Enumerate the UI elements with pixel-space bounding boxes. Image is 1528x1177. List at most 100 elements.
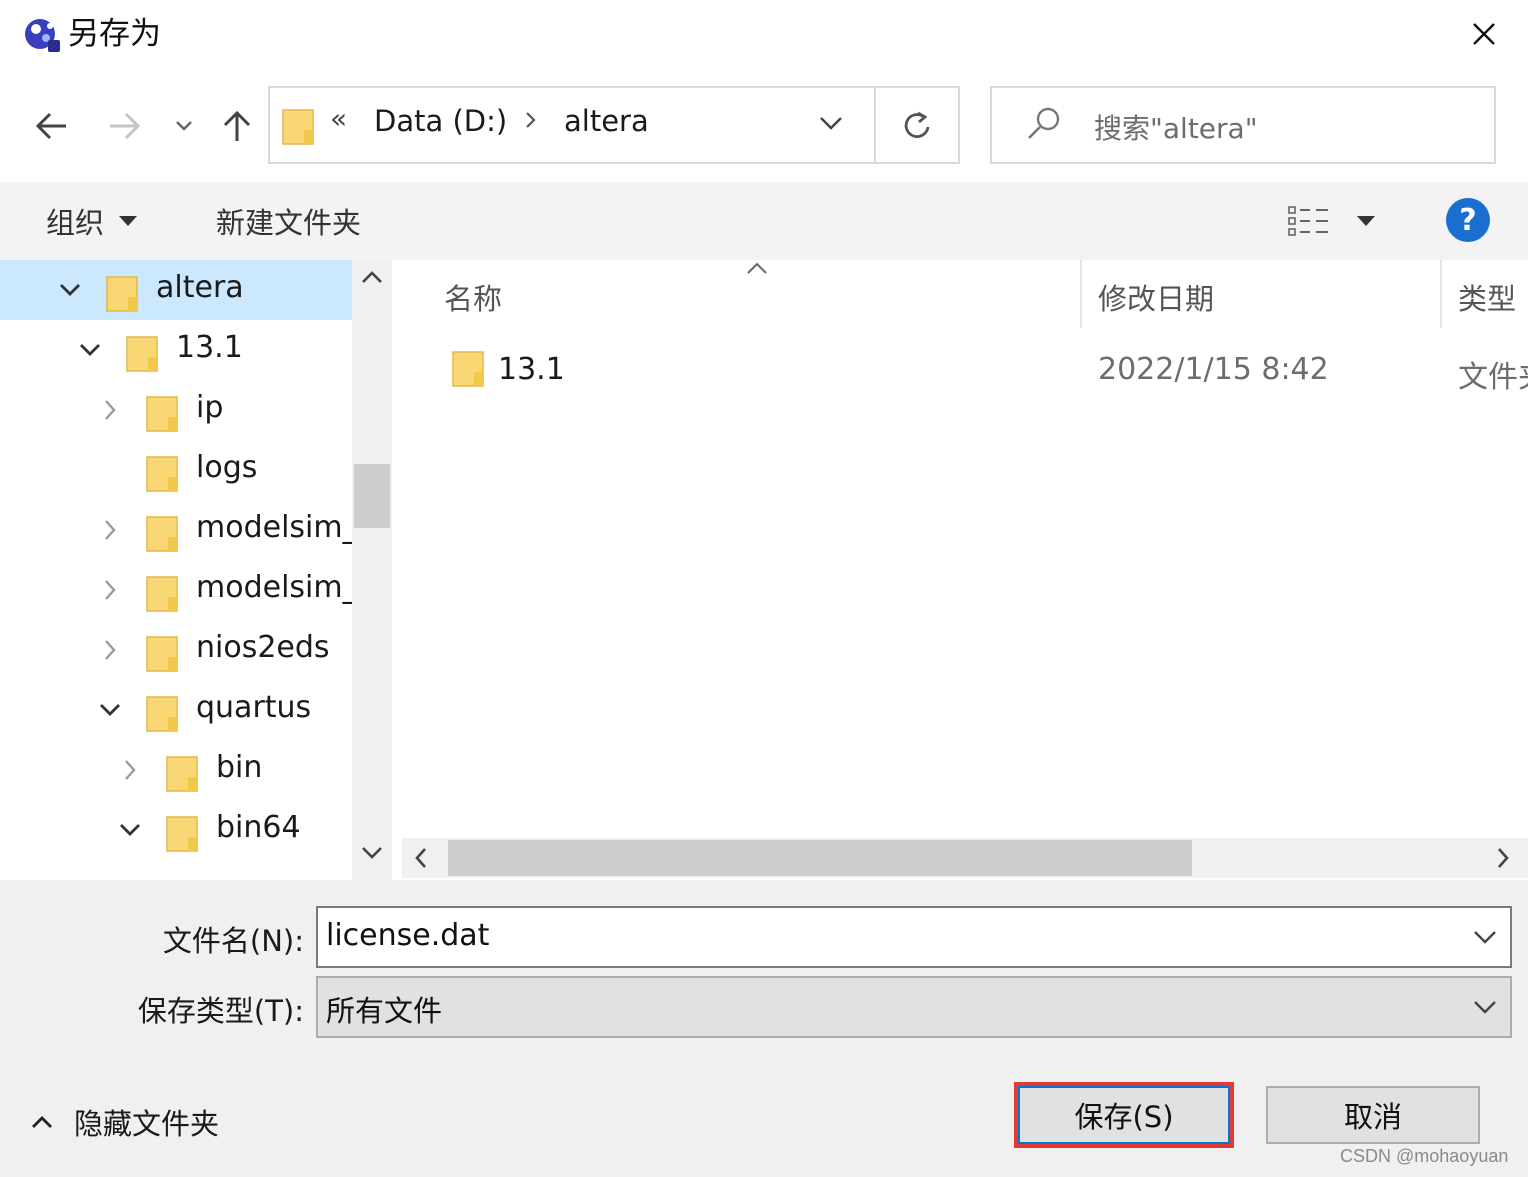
folder-icon: [166, 753, 200, 797]
folder-icon: [452, 348, 486, 392]
address-bar[interactable]: « Data (D:) altera: [268, 86, 960, 164]
close-icon: [1473, 23, 1495, 45]
tree-item[interactable]: nios2eds: [0, 620, 352, 680]
folder-icon: [166, 813, 200, 857]
column-header-name[interactable]: 名称: [444, 276, 502, 318]
file-modified: 2022/1/15 8:42: [1098, 352, 1329, 387]
refresh-button[interactable]: [876, 88, 958, 162]
organize-button[interactable]: 组织: [46, 200, 138, 242]
chevron-down-icon[interactable]: [56, 276, 84, 304]
folder-icon: [146, 693, 180, 737]
folder-icon: [146, 453, 180, 497]
chevron-right-icon[interactable]: [96, 576, 124, 604]
tree-item-label: bin64: [216, 810, 301, 845]
chevron-down-icon[interactable]: [76, 336, 104, 364]
navigation-pane[interactable]: altera 13.1 ip logs modelsim_ modelsim_ nios2e…: [0, 260, 392, 880]
tree-item-label: modelsim_: [196, 570, 358, 605]
filename-value[interactable]: license.dat: [326, 918, 489, 953]
column-header-type[interactable]: 类型: [1458, 276, 1516, 318]
recent-locations-button[interactable]: [170, 108, 198, 144]
search-box[interactable]: 搜索"altera": [990, 86, 1496, 164]
tree-item[interactable]: ip: [0, 380, 352, 440]
nav-vertical-scrollbar[interactable]: [352, 260, 392, 880]
tree-item[interactable]: logs: [0, 440, 352, 500]
tree-item[interactable]: 13.1: [0, 320, 352, 380]
search-input[interactable]: 搜索"altera": [1094, 107, 1258, 147]
view-options-button[interactable]: [1286, 198, 1386, 244]
filetype-select[interactable]: 所有文件: [316, 976, 1512, 1038]
toolbar: 组织 新建文件夹 ?: [0, 182, 1528, 260]
address-dropdown-icon[interactable]: [818, 114, 844, 136]
save-button[interactable]: 保存(S): [1014, 1082, 1234, 1148]
column-divider[interactable]: [1080, 260, 1082, 328]
organize-label: 组织: [46, 206, 105, 240]
close-button[interactable]: [1456, 8, 1512, 60]
chevron-right-icon[interactable]: [96, 516, 124, 544]
refresh-icon: [904, 111, 930, 138]
chevron-down-icon[interactable]: [96, 696, 124, 724]
scroll-left-icon[interactable]: [412, 846, 430, 874]
filename-field[interactable]: license.dat: [316, 906, 1512, 968]
folder-icon: [106, 273, 140, 317]
address-segment-drive[interactable]: Data (D:): [374, 104, 507, 138]
scroll-right-icon[interactable]: [1494, 846, 1512, 874]
chevron-up-icon: [32, 1116, 52, 1128]
cancel-button[interactable]: 取消: [1266, 1086, 1480, 1144]
column-header-modified[interactable]: 修改日期: [1098, 276, 1214, 318]
tree-item-label: altera: [156, 270, 244, 305]
folder-icon: [282, 106, 316, 150]
filetype-label: 保存类型(T):: [137, 994, 304, 1028]
tree-item-label: 13.1: [176, 330, 243, 365]
horizontal-scrollbar[interactable]: [402, 838, 1528, 878]
back-button[interactable]: [26, 100, 76, 152]
file-type: 文件夹: [1458, 360, 1528, 395]
scroll-thumb[interactable]: [448, 840, 1192, 876]
arrow-left-icon: [35, 112, 66, 140]
app-icon: [22, 14, 62, 54]
new-folder-button[interactable]: 新建文件夹: [216, 200, 361, 242]
help-button[interactable]: ?: [1446, 198, 1490, 242]
folder-icon: [126, 333, 160, 377]
tree-item-label: quartus: [196, 690, 312, 725]
save-form: 文件名(N): license.dat 保存类型(T): 所有文件 隐藏文件夹 …: [0, 880, 1528, 1177]
hide-folders-label: 隐藏文件夹: [74, 1107, 220, 1141]
tree-item-label: modelsim_: [196, 510, 358, 545]
filetype-value: 所有文件: [326, 994, 443, 1028]
file-list[interactable]: 名称 修改日期 类型 13.1 2022/1/15 8:42 文件夹: [400, 260, 1528, 880]
hide-folders-button[interactable]: 隐藏文件夹: [30, 1100, 219, 1144]
chevron-right-icon[interactable]: [116, 756, 144, 784]
filename-label: 文件名(N):: [162, 924, 304, 958]
chevron-down-icon: [176, 121, 192, 131]
tree-item-label: ip: [196, 390, 224, 425]
window-title: 另存为: [68, 16, 161, 52]
tree-item[interactable]: modelsim_: [0, 560, 358, 620]
caret-down-icon: [1357, 216, 1375, 226]
tree-item[interactable]: altera: [0, 260, 352, 320]
address-overflow-chevron[interactable]: «: [330, 102, 347, 135]
chevron-down-icon[interactable]: [1472, 928, 1498, 950]
folder-icon: [146, 573, 180, 617]
chevron-right-icon[interactable]: [524, 110, 538, 134]
tree-item-label: bin: [216, 750, 263, 785]
details-view-icon: [1288, 206, 1328, 236]
scroll-up-icon[interactable]: [360, 268, 384, 290]
scroll-down-icon[interactable]: [360, 844, 384, 866]
column-divider[interactable]: [1440, 260, 1442, 328]
address-segment-folder[interactable]: altera: [564, 104, 649, 138]
chevron-down-icon[interactable]: [116, 816, 144, 844]
folder-icon: [146, 633, 180, 677]
arrow-right-icon: [110, 112, 141, 140]
tree-item[interactable]: bin64: [0, 800, 352, 860]
chevron-down-icon[interactable]: [1472, 998, 1498, 1020]
tree-item[interactable]: modelsim_: [0, 500, 358, 560]
forward-button[interactable]: [100, 100, 150, 152]
tree-item[interactable]: bin: [0, 740, 352, 800]
tree-item[interactable]: quartus: [0, 680, 352, 740]
up-button[interactable]: [212, 100, 262, 152]
chevron-right-icon[interactable]: [96, 636, 124, 664]
caret-down-icon: [119, 216, 138, 226]
scroll-thumb[interactable]: [354, 464, 390, 528]
watermark: CSDN @mohaoyuan: [1340, 1146, 1509, 1166]
chevron-right-icon[interactable]: [96, 396, 124, 424]
folder-icon: [146, 513, 180, 557]
